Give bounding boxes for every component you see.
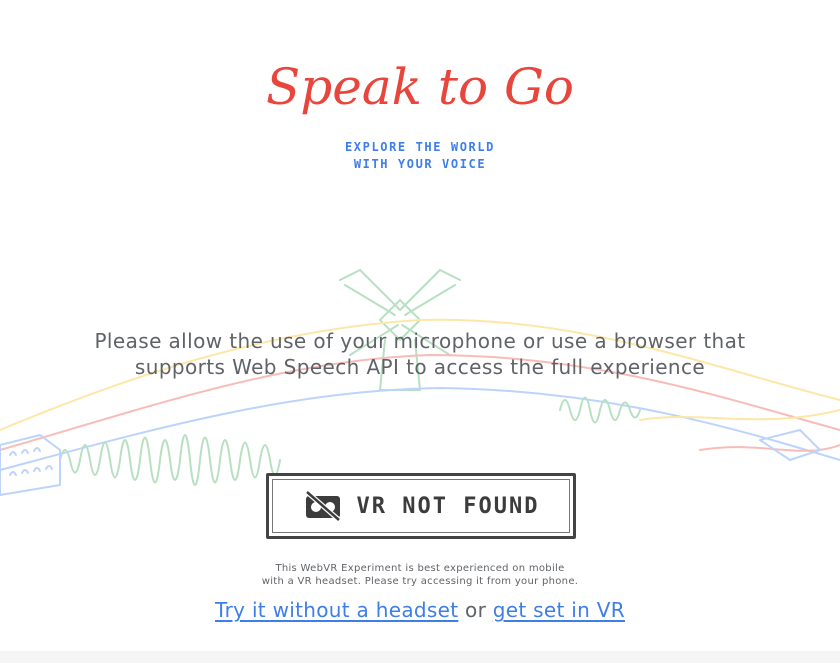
get-set-in-vr-link[interactable]: get set in VR	[493, 598, 625, 622]
try-without-headset-link[interactable]: Try it without a headset	[215, 598, 458, 622]
mobile-note: This WebVR Experiment is best experience…	[0, 562, 840, 588]
note-line-2: with a VR headset. Please try accessing …	[261, 576, 579, 587]
svg-text:Speak to Go: Speak to Go	[266, 58, 574, 116]
message-line-2: supports Web Speech API to access the fu…	[134, 355, 706, 379]
tagline-line-2: WITH YOUR VOICE	[353, 157, 487, 171]
links-separator: or	[465, 598, 493, 622]
tagline: EXPLORE THE WORLD WITH YOUR VOICE	[0, 139, 840, 173]
speak-to-go-logo: Speak to Go	[266, 58, 574, 116]
action-links: Try it without a headset or get set in V…	[0, 598, 840, 622]
page: Speak to Go EXPLORE THE WORLD WITH YOUR …	[0, 0, 840, 663]
microphone-message: Please allow the use of your microphone …	[60, 328, 780, 380]
logo: Speak to Go	[0, 36, 840, 140]
vr-button-label: VR NOT FOUND	[356, 493, 540, 519]
tagline-line-1: EXPLORE THE WORLD	[344, 140, 496, 154]
vr-headset-crossed-icon	[304, 490, 341, 522]
message-line-1: Please allow the use of your microphone …	[94, 329, 746, 353]
note-line-1: This WebVR Experiment is best experience…	[275, 563, 565, 574]
vr-not-found-button[interactable]: VR NOT FOUND	[266, 473, 576, 539]
bottom-bar	[0, 651, 840, 663]
